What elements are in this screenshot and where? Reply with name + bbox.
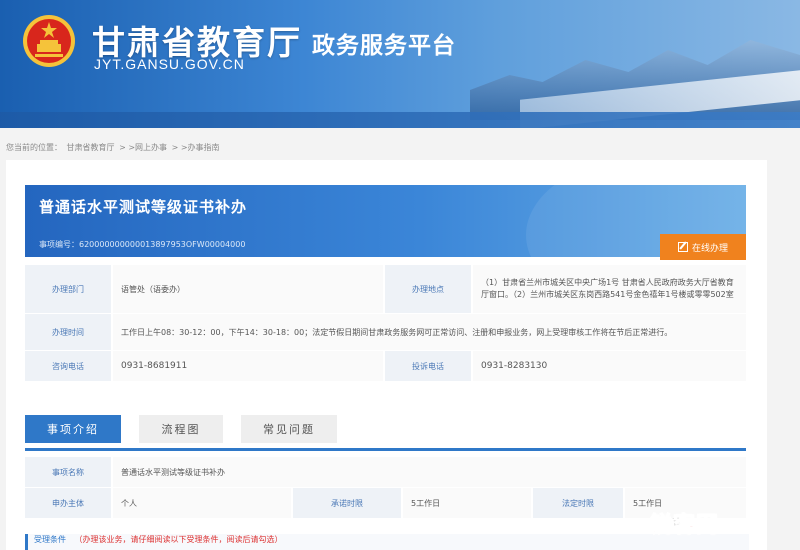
watermark: 锐客网	[649, 503, 720, 543]
breadcrumb-home-link[interactable]: 甘肃省教育厅	[67, 143, 115, 152]
name-label: 事项名称	[25, 457, 111, 487]
time-label: 办理时间	[25, 314, 111, 350]
header-band	[0, 112, 800, 128]
condition-note: （办理该业务，请仔细阅读以下受理条件，阅读后请勾选）	[74, 535, 283, 544]
service-info-table: 办理部门 语管处（语委办） 办理地点 （1）甘肃省兰州市城关区中央广场1号 甘肃…	[25, 265, 746, 382]
detail-tabs: 事项介绍 流程图 常见问题	[25, 415, 746, 451]
online-apply-button[interactable]: 在线办理	[660, 234, 746, 260]
edit-icon	[677, 242, 688, 252]
acceptance-conditions: 受理条件 （办理该业务，请仔细阅读以下受理条件，阅读后请勾选）	[25, 534, 749, 550]
detail-row-name: 事项名称 普通话水平测试等级证书补办	[25, 457, 746, 488]
promise-label: 承诺时限	[293, 488, 401, 518]
site-subtitle: 政务服务平台	[312, 33, 456, 59]
service-banner: 普通话水平测试等级证书补办 事项编号：620000000000013897953…	[25, 185, 746, 257]
address-value: （1）甘肃省兰州市城关区中央广场1号 甘肃省人民政府政务大厅省教育厅窗口。（2）…	[473, 265, 746, 313]
tab-introduction[interactable]: 事项介绍	[25, 415, 121, 443]
info-row-dept: 办理部门 语管处（语委办） 办理地点 （1）甘肃省兰州市城关区中央广场1号 甘肃…	[25, 265, 746, 314]
complaint-label: 投诉电话	[385, 351, 471, 381]
address-label: 办理地点	[385, 265, 471, 313]
detail-table: 事项名称 普通话水平测试等级证书补办 申办主体 个人 承诺时限 5工作日 法定时…	[25, 457, 746, 519]
tab-underline	[25, 448, 746, 451]
breadcrumb: 您当前的位置： 甘肃省教育厅 > >网上办事 > >办事指南	[6, 142, 222, 153]
service-card: 普通话水平测试等级证书补办 事项编号：620000000000013897953…	[6, 160, 767, 550]
dept-value: 语管处（语委办）	[113, 265, 383, 313]
phone-value: 0931-8681911	[113, 351, 383, 381]
time-value: 工作日上午08：30-12：00，下午14：30-18：00；法定节假日期间甘肃…	[113, 314, 746, 350]
detail-row-subject: 申办主体 个人 承诺时限 5工作日 法定时限 5工作日	[25, 488, 746, 519]
service-title: 普通话水平测试等级证书补办	[39, 198, 248, 216]
breadcrumb-online-link[interactable]: > >网上办事	[119, 143, 167, 152]
subject-label: 申办主体	[25, 488, 111, 518]
phone-label: 咨询电话	[25, 351, 111, 381]
complaint-value: 0931-8283130	[473, 351, 746, 381]
info-row-time: 办理时间 工作日上午08：30-12：00，下午14：30-18：00；法定节假…	[25, 314, 746, 351]
site-domain: JYT.GANSU.GOV.CN	[94, 56, 245, 72]
dept-label: 办理部门	[25, 265, 111, 313]
online-apply-label: 在线办理	[691, 243, 728, 254]
site-header: 甘肃省教育厅 政务服务平台 JYT.GANSU.GOV.CN	[0, 0, 800, 128]
breadcrumb-prefix: 您当前的位置：	[6, 143, 62, 152]
subject-value: 个人	[113, 488, 291, 518]
breadcrumb-guide-link[interactable]: > >办事指南	[172, 143, 220, 152]
name-value: 普通话水平测试等级证书补办	[113, 457, 746, 487]
info-row-phone: 咨询电话 0931-8681911 投诉电话 0931-8283130	[25, 351, 746, 382]
national-emblem-icon	[23, 15, 75, 67]
service-code: 事项编号：620000000000013897953OFW00004000	[39, 240, 246, 249]
promise-value: 5工作日	[403, 488, 531, 518]
legal-label: 法定时限	[533, 488, 623, 518]
watermark-brand: 锐客网	[649, 513, 720, 539]
condition-label: 受理条件	[34, 535, 66, 544]
tab-flowchart[interactable]: 流程图	[139, 415, 223, 443]
tab-faq[interactable]: 常见问题	[241, 415, 337, 443]
